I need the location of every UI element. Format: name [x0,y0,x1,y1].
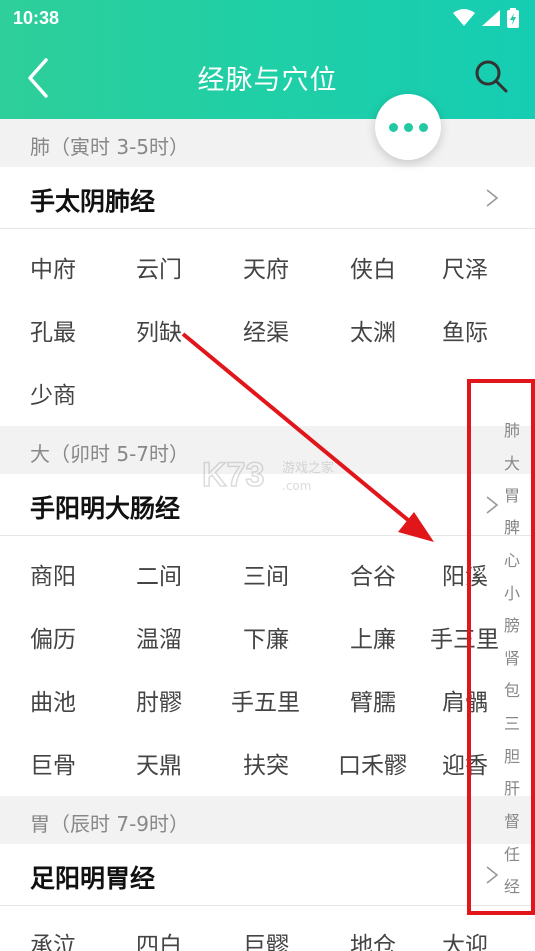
page-title: 经脉与穴位 [197,65,338,96]
acupoint-item[interactable]: 臂臑 [350,683,396,717]
acupoint-item[interactable]: 经渠 [243,313,289,347]
acupoint-item[interactable]: 承泣 [30,926,76,951]
index-item[interactable]: 任 [500,841,524,865]
search-icon[interactable] [473,58,509,94]
section-header-label: 肺（寅时 3-5时） [30,135,190,159]
acupoint-item[interactable]: 下廉 [243,620,289,654]
section-header-label: 大（卯时 5-7时） [30,442,190,466]
acupoint-item[interactable]: 尺泽 [442,250,488,284]
wifi-icon [453,9,475,26]
acupoint-item[interactable]: 侠白 [350,250,396,284]
acupoint-item[interactable]: 列缺 [136,313,182,347]
watermark-domain: .com [282,479,311,493]
chevron-right-icon [486,189,499,207]
acupoint-item[interactable]: 四白 [136,926,182,951]
index-item[interactable]: 肺 [500,417,524,441]
index-item[interactable]: 胃 [500,482,524,506]
index-item[interactable]: 胆 [500,743,524,767]
watermark-brand: K73 [202,456,264,494]
index-item[interactable]: 肝 [500,775,524,799]
acupoint-item[interactable]: 地仓 [350,926,396,951]
acupoint-item[interactable]: 商阳 [30,557,76,591]
acupoint-item[interactable]: 二间 [136,557,182,591]
acupoint-item[interactable]: 云门 [136,250,182,284]
watermark-logo: K73 游戏之家 .com [201,455,334,495]
index-item[interactable]: 经 [500,873,524,897]
acupoint-item[interactable]: 温溜 [136,620,182,654]
acupoint-item[interactable]: 天府 [243,250,289,284]
watermark-text: 游戏之家 [282,460,334,476]
index-item[interactable]: 督 [500,808,524,832]
index-item[interactable]: 小 [500,580,524,604]
acupoint-item[interactable]: 孔最 [30,313,76,347]
acupoint-item[interactable]: 天鼎 [136,746,182,780]
status-icons [453,8,519,28]
acupoint-item[interactable]: 曲池 [30,683,76,717]
meridian-name: 足阳明胃经 [30,864,156,893]
index-item[interactable]: 三 [500,710,524,734]
acupoint-item[interactable]: 肘髎 [136,683,182,717]
more-dot [418,122,428,132]
acupoint-item[interactable]: 三间 [243,557,289,591]
acupoint-item[interactable]: 少商 [30,376,76,410]
acupoint-item[interactable]: 合谷 [350,557,396,591]
index-item[interactable]: 包 [500,677,524,701]
signal-icon [482,10,500,26]
acupoint-item[interactable]: 巨骨 [30,746,76,780]
acupoint-item[interactable]: 大迎 [442,926,488,951]
status-bar: 10:38 [0,0,535,38]
index-item[interactable]: 心 [500,547,524,571]
acupoint-item[interactable]: 巨髎 [243,926,289,951]
index-item[interactable]: 肾 [500,645,524,669]
acupoint-item[interactable]: 上廉 [350,620,396,654]
acupoint-item[interactable]: 鱼际 [442,313,488,347]
meridian-name: 手阳明大肠经 [30,494,181,523]
section-header-label: 胃（辰时 7-9时） [30,812,190,836]
battery-icon [507,8,519,28]
app-header: 10:38 经脉与穴位 [0,0,535,119]
meridian-row[interactable]: 足阳明胃经 [0,844,535,906]
toolbar: 经脉与穴位 [0,38,535,119]
acupoint-item[interactable]: 太渊 [350,313,396,347]
more-dots-icon [388,122,398,132]
meridian-name: 手太阴肺经 [30,187,156,216]
meridian-row[interactable]: 手太阴肺经 [0,167,535,229]
index-item[interactable]: 膀 [500,612,524,636]
section-header: 肺（寅时 3-5时） [0,119,535,167]
status-time: 10:38 [13,8,60,28]
acupoint-item[interactable]: 手五里 [231,683,300,717]
acupoint-item[interactable]: 扶突 [243,746,289,780]
section-header: 胃（辰时 7-9时） [0,796,535,844]
index-item[interactable]: 大 [500,450,524,474]
acupoint-item[interactable]: 中府 [30,250,76,284]
acupoint-item[interactable]: 口禾髎 [338,746,407,780]
more-button[interactable] [375,94,441,160]
more-dot [403,122,413,132]
acupoint-item[interactable]: 偏历 [30,620,76,654]
index-item[interactable]: 脾 [500,514,524,538]
